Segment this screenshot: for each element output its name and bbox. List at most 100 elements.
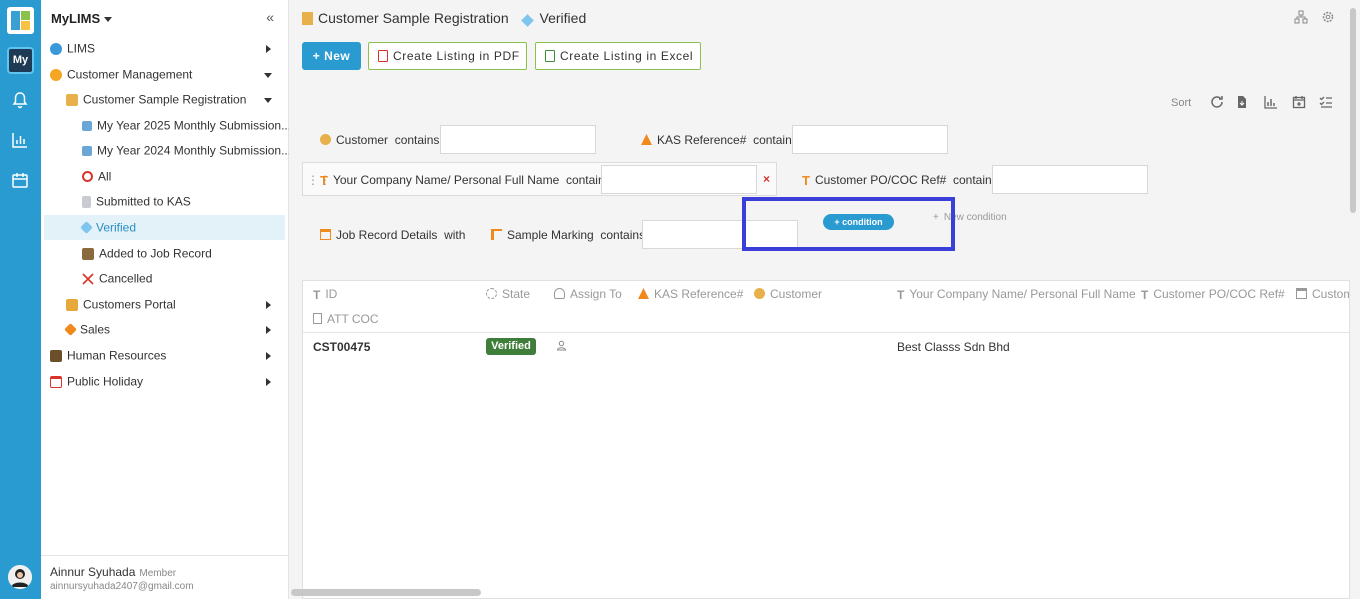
column-header-state[interactable]: State [486, 287, 530, 301]
calendar-add-icon[interactable] [1292, 95, 1306, 109]
chevron-right-icon [266, 301, 271, 309]
highlight-box [742, 197, 955, 251]
filter-company-input[interactable] [601, 165, 757, 194]
diamond-icon [80, 221, 93, 235]
chevron-right-icon [266, 45, 271, 53]
column-header-kas-ref[interactable]: KAS Reference# [638, 287, 743, 301]
sidebar-item-customers-portal[interactable]: Customers Portal [44, 292, 285, 317]
sidebar-item-human-resources[interactable]: Human Resources [44, 343, 285, 368]
file-download-icon[interactable] [1235, 95, 1249, 109]
app-switcher[interactable]: MyLIMS [51, 11, 113, 26]
chart-icon[interactable] [10, 130, 30, 150]
text-field-icon: T [1141, 288, 1149, 302]
horizontal-scrollbar[interactable] [291, 589, 481, 596]
column-header-id[interactable]: T ID [313, 287, 337, 302]
app-root: My MyLIMS « LIMS Customer Management Cus… [0, 0, 1360, 599]
people-icon [66, 298, 78, 311]
sidebar-item-added-to-job-record[interactable]: Added to Job Record [44, 241, 285, 266]
assign-user-icon[interactable] [556, 340, 567, 351]
my-workspace-button[interactable]: My [7, 47, 34, 74]
filter-kas-label: KAS Reference# contains [641, 133, 798, 147]
chevron-down-icon [104, 17, 113, 23]
orange-diamond-icon [64, 323, 77, 337]
calendar-icon [50, 375, 62, 388]
filter-job-record-label: Job Record Details with [320, 228, 465, 242]
sidebar-item-all[interactable]: All [44, 164, 285, 189]
row-id[interactable]: CST00475 [313, 340, 370, 354]
diamond-icon [520, 14, 534, 27]
user-footer[interactable]: Ainnur Syuhada Member ainnursyuhada2407@g… [41, 555, 288, 599]
filter-kas-input[interactable] [792, 125, 948, 154]
column-header-customer[interactable]: Customer [754, 287, 822, 301]
app-logo-icon[interactable] [7, 7, 34, 34]
row-company: Best Classs Sdn Bhd [897, 340, 1010, 354]
person-icon [754, 288, 765, 299]
refresh-icon[interactable] [1210, 95, 1224, 109]
new-button[interactable]: + New [302, 42, 361, 70]
collapse-sidebar-icon[interactable]: « [266, 9, 274, 25]
create-pdf-button[interactable]: Create Listing in PDF [368, 42, 527, 70]
person-icon [320, 134, 331, 145]
inbox-tray-icon [82, 247, 94, 260]
chevron-right-icon [266, 352, 271, 360]
sidebar-item-sales[interactable]: Sales [44, 317, 285, 342]
chevron-down-icon [264, 98, 272, 103]
bar-chart-icon[interactable] [1264, 95, 1278, 109]
filter-company-label: T Your Company Name/ Personal Full Name c… [320, 173, 611, 188]
filter-sample-marking-label: Sample Marking contains [491, 228, 645, 242]
chevron-down-icon [264, 73, 272, 78]
document-icon [82, 195, 91, 208]
sidebar-item-customer-sample-registration[interactable]: Customer Sample Registration [44, 87, 285, 112]
status-badge: Verified [486, 338, 536, 355]
sidebar-item-customer-management[interactable]: Customer Management [44, 62, 285, 87]
column-header-att-coc[interactable]: ATT COC [313, 312, 379, 326]
sort-button[interactable]: Sort [1171, 97, 1191, 109]
globe-icon [50, 42, 62, 55]
create-excel-button[interactable]: Create Listing in Excel [535, 42, 701, 70]
chevron-right-icon [266, 326, 271, 334]
user-role: Member [139, 568, 177, 579]
chevron-right-icon [266, 378, 271, 386]
sidebar-item-submitted-to-kas[interactable]: Submitted to KAS [44, 189, 285, 214]
filter-customer-label: Customer contains [320, 133, 439, 147]
cross-icon [82, 273, 94, 285]
team-icon [50, 349, 62, 362]
text-field-icon: T [897, 288, 905, 302]
column-header-po-ref[interactable]: T Customer PO/COC Ref# [1141, 287, 1285, 302]
sidebar: MyLIMS « LIMS Customer Management Custom… [41, 0, 291, 599]
filter-po-input[interactable] [992, 165, 1148, 194]
checklist-icon[interactable] [1319, 95, 1333, 109]
main-content: Customer Sample Registration Verified + … [289, 0, 1360, 599]
sidebar-item-2025-monthly[interactable]: My Year 2025 Monthly Submission... [44, 113, 291, 138]
user-email: ainnursyuhada2407@gmail.com [50, 581, 194, 592]
sidebar-item-public-holiday[interactable]: Public Holiday [44, 369, 285, 394]
page-title: Customer Sample Registration Verified [302, 10, 586, 27]
sidebar-item-lims[interactable]: LIMS [44, 36, 285, 61]
user-name: Ainnur Syuhada [50, 565, 136, 579]
header-divider [303, 332, 1349, 333]
text-field-icon: T [320, 173, 328, 188]
vertical-scrollbar[interactable] [1350, 8, 1356, 213]
scroll-icon [302, 12, 313, 25]
calendar-icon [1296, 288, 1307, 299]
column-header-assign-to[interactable]: Assign To [554, 287, 622, 301]
gear-icon[interactable] [1321, 10, 1335, 24]
document-icon [313, 313, 322, 324]
sidebar-item-cancelled[interactable]: Cancelled [44, 266, 285, 291]
sitemap-icon[interactable] [1294, 10, 1308, 24]
remove-filter-icon[interactable]: × [763, 172, 770, 186]
user-avatar[interactable] [8, 565, 32, 589]
filter-customer-input[interactable] [440, 125, 596, 154]
text-field-icon: T [313, 288, 321, 302]
calendar-icon[interactable] [10, 170, 30, 190]
column-header-company[interactable]: T Your Company Name/ Personal Full Name [897, 287, 1136, 302]
bell-icon[interactable] [10, 90, 30, 110]
sidebar-item-2024-monthly[interactable]: My Year 2024 Monthly Submission... [44, 138, 291, 163]
sidebar-item-verified[interactable]: Verified [44, 215, 285, 240]
table-icon [320, 229, 331, 240]
triangle-icon [641, 134, 652, 145]
left-rail: My [0, 0, 41, 599]
column-header-custom[interactable]: Custom [1296, 287, 1349, 301]
scroll-icon [66, 93, 78, 106]
state-icon [486, 288, 497, 299]
